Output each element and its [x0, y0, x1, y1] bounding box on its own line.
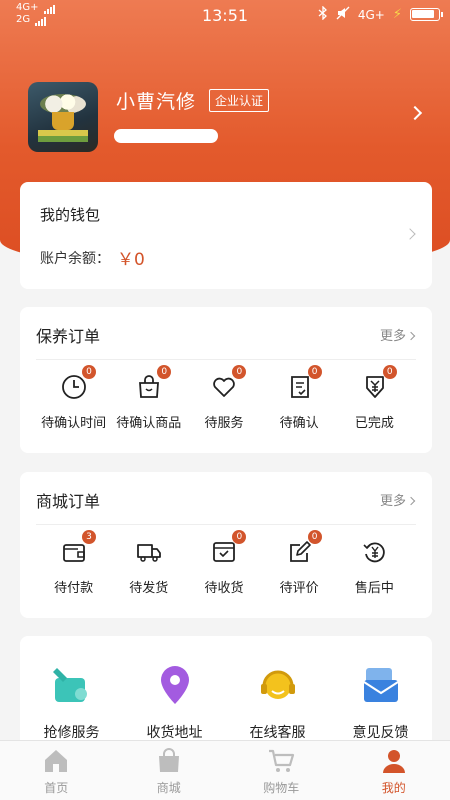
- order-status-completed[interactable]: 0 已完成: [337, 365, 412, 443]
- service-repair[interactable]: 抢修服务: [20, 664, 123, 744]
- maintenance-more-link[interactable]: 更多: [379, 325, 416, 344]
- services-card: 抢修服务 收货地址 在线客服 意见反馈: [20, 636, 432, 741]
- battery-icon: [410, 8, 443, 21]
- service-label: 抢修服务: [43, 725, 100, 741]
- order-status-label: 待付款: [54, 581, 94, 596]
- service-address[interactable]: 收货地址: [123, 664, 226, 744]
- tab-cart[interactable]: 购物车: [225, 741, 338, 800]
- balance-label: 账户余额：: [40, 251, 110, 267]
- service-label: 在线客服: [249, 725, 306, 741]
- divider: [36, 524, 416, 525]
- chevron-right-icon: [404, 228, 416, 240]
- tab-label: 首页: [44, 781, 69, 795]
- profile-header[interactable]: 小曹汽修 企业认证: [28, 82, 428, 154]
- status-bar: 4G+ 2G 13:51 4G+ ⚡: [0, 0, 450, 32]
- feedback-mail-icon: [360, 664, 402, 706]
- count-badge: 0: [232, 530, 247, 544]
- maintenance-orders-card: 保养订单 更多 0 待确认时间 0 待确认商品 0 待服务 0 待确认 0 已完…: [20, 307, 432, 453]
- order-status-label: 待确认时间: [41, 416, 107, 431]
- order-status-pending-service[interactable]: 0 待服务: [186, 365, 261, 443]
- enterprise-verified-badge: 企业认证: [209, 89, 270, 112]
- order-status-label: 待确认: [279, 416, 319, 431]
- order-status-pending-receipt[interactable]: 0 待收货: [186, 530, 261, 608]
- order-status-pending-shipment[interactable]: 待发货: [111, 538, 186, 608]
- location-pin-icon: [154, 664, 196, 706]
- count-badge: 0: [382, 365, 397, 379]
- order-status-label: 待确认商品: [116, 416, 182, 431]
- mute-icon: [336, 6, 350, 23]
- order-status-pending-confirm[interactable]: 0 待确认: [262, 365, 337, 443]
- service-label: 收货地址: [146, 725, 203, 741]
- yen-refresh-icon: [361, 538, 389, 566]
- mall-orders-card: 商城订单 更多 3 待付款 待发货 0 待收货 0 待评价 售后中: [20, 472, 432, 618]
- shop-bag-icon: [155, 747, 183, 775]
- username: 小曹汽修: [116, 91, 197, 113]
- order-status-pending-time[interactable]: 0 待确认时间: [36, 365, 111, 443]
- chevron-right-icon[interactable]: [407, 105, 423, 121]
- tab-label: 我的: [381, 781, 406, 795]
- order-status-label: 待收货: [204, 581, 244, 596]
- avatar[interactable]: [28, 82, 98, 152]
- divider: [36, 359, 416, 360]
- count-badge: 0: [307, 365, 322, 379]
- count-badge: 3: [82, 530, 96, 544]
- order-status-label: 待评价: [279, 581, 319, 596]
- balance-value: ￥0: [117, 250, 145, 270]
- more-label: 更多: [379, 494, 406, 509]
- tab-label: 购物车: [263, 781, 300, 795]
- mall-more-link[interactable]: 更多: [379, 490, 416, 509]
- mall-orders-title: 商城订单: [36, 492, 101, 511]
- tab-label: 商城: [156, 781, 181, 795]
- home-icon: [42, 747, 70, 775]
- count-badge: 0: [232, 365, 247, 379]
- masked-phone-number: [114, 129, 218, 143]
- maintenance-orders-title: 保养订单: [36, 327, 101, 346]
- order-status-label: 待发货: [129, 581, 169, 596]
- order-status-pending-goods[interactable]: 0 待确认商品: [111, 365, 186, 443]
- order-status-after-sales[interactable]: 售后中: [337, 538, 412, 608]
- wallet-card[interactable]: 我的钱包 账户余额： ￥0: [20, 182, 432, 289]
- service-feedback[interactable]: 意见反馈: [329, 664, 432, 744]
- service-customer-support[interactable]: 在线客服: [226, 664, 329, 744]
- more-label: 更多: [379, 329, 406, 344]
- bottom-tab-bar: 首页 商城 购物车 我的: [0, 740, 450, 800]
- order-status-pending-payment[interactable]: 3 待付款: [36, 530, 111, 608]
- count-badge: 0: [157, 365, 172, 379]
- order-status-pending-review[interactable]: 0 待评价: [262, 530, 337, 608]
- chevron-right-icon: [406, 331, 416, 341]
- wallet-title: 我的钱包: [40, 206, 101, 224]
- truck-icon: [135, 538, 163, 566]
- tab-mine[interactable]: 我的: [338, 741, 450, 800]
- bluetooth-icon: [318, 5, 328, 23]
- count-badge: 0: [82, 365, 96, 379]
- tab-home[interactable]: 首页: [0, 741, 113, 800]
- chevron-right-icon: [406, 496, 416, 506]
- service-label: 意见反馈: [352, 725, 409, 741]
- network-type-right: 4G+: [357, 7, 385, 22]
- tab-mall[interactable]: 商城: [113, 741, 226, 800]
- cart-icon: [267, 747, 295, 775]
- charging-icon: ⚡: [392, 7, 402, 22]
- repair-wrench-icon: [51, 664, 93, 706]
- order-status-label: 已完成: [354, 416, 394, 431]
- count-badge: 0: [307, 530, 322, 544]
- headset-agent-icon: [257, 664, 299, 706]
- order-status-label: 售后中: [354, 581, 394, 596]
- order-status-label: 待服务: [204, 416, 244, 431]
- user-icon: [380, 747, 408, 775]
